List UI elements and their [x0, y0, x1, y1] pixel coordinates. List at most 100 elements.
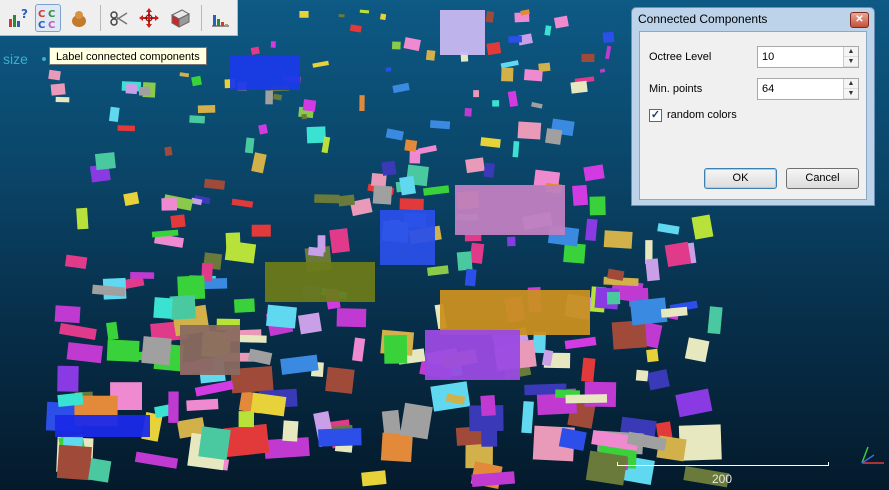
segment-blob: [138, 86, 151, 96]
segment-blob: [270, 41, 276, 48]
segment-blob: [507, 236, 516, 247]
segment-blob: [381, 160, 397, 176]
connected-components-button[interactable]: C C C C: [34, 3, 62, 32]
segment-blob: [125, 83, 138, 95]
segment-blob: [134, 451, 179, 469]
segment-blob: [56, 444, 92, 481]
segment-blob: [244, 137, 255, 154]
segment-blob: [664, 241, 692, 268]
tooltip: Label connected components: [49, 47, 207, 65]
close-icon[interactable]: ✕: [850, 12, 869, 28]
segment-blob: [251, 224, 271, 237]
segment-blob: [480, 395, 496, 417]
segment-blob: [301, 114, 307, 120]
segment-blob: [500, 60, 519, 69]
segment-blob: [507, 90, 519, 108]
segment-blob: [337, 194, 356, 207]
cross-section-button[interactable]: [167, 4, 194, 32]
cancel-button[interactable]: Cancel: [786, 168, 859, 189]
segment-blob: [231, 198, 254, 208]
segment-blob: [544, 25, 552, 36]
spin-down-icon[interactable]: ▼: [844, 89, 858, 99]
octree-level-spinbox[interactable]: 10 ▲ ▼: [757, 46, 859, 68]
segment-blob: [306, 126, 326, 144]
segment-blob: [117, 125, 135, 132]
segment-blob: [564, 336, 597, 350]
svg-text:C: C: [38, 20, 45, 30]
segment-blob: [314, 194, 340, 204]
segment-blob: [359, 95, 365, 112]
segment-blob: [203, 178, 226, 190]
segment-blob: [512, 141, 520, 158]
segment-blob: [194, 380, 234, 397]
segment-blob: [317, 235, 326, 253]
svg-text:C: C: [38, 9, 45, 20]
segment-blob: [399, 175, 416, 196]
segment-blob: [380, 432, 413, 463]
segment-blob: [94, 152, 116, 171]
segment-blob: [57, 365, 79, 392]
size-indicator: [42, 57, 46, 61]
segment-blob: [54, 305, 81, 324]
segment-blob: [179, 72, 190, 78]
svg-text:C: C: [48, 20, 55, 30]
segment-blob: [59, 323, 97, 341]
sample-button[interactable]: [65, 4, 92, 32]
segment-blob: [197, 105, 216, 114]
segment-blob: [538, 62, 551, 72]
segment-blob: [238, 334, 267, 343]
segment-blob: [325, 366, 355, 394]
axis-trihedron-icon: [861, 446, 884, 464]
size-label: size: [3, 51, 28, 67]
segment-blob: [168, 391, 179, 423]
connected-components-icon: C C C C: [38, 9, 55, 30]
plane-icon: [170, 8, 191, 28]
translate-rotate-button[interactable]: [136, 4, 163, 32]
segment-blob: [425, 330, 520, 380]
segment-blob: [302, 99, 317, 112]
spin-up-icon[interactable]: ▲: [844, 47, 858, 57]
histogram-button[interactable]: [206, 4, 233, 32]
dialog-body: Octree Level 10 ▲ ▼ Min. points 64 ▲ ▼ ✓…: [639, 31, 867, 200]
segment-blob: [318, 428, 362, 447]
segment-blob: [531, 102, 543, 109]
segment-button[interactable]: [105, 4, 132, 32]
segment-blob: [456, 251, 473, 271]
spin-down-icon[interactable]: ▼: [844, 57, 858, 67]
histogram-help-button[interactable]: ?: [4, 4, 31, 32]
segment-blob: [399, 198, 424, 211]
segment-blob: [602, 31, 615, 43]
min-points-spinbox[interactable]: 64 ▲ ▼: [757, 78, 859, 100]
segment-blob: [425, 49, 436, 61]
segment-blob: [517, 121, 542, 140]
segment-blob: [455, 185, 565, 235]
segment-blob: [238, 411, 255, 428]
segment-blob: [66, 342, 103, 364]
segment-blob: [379, 13, 387, 21]
segment-blob: [123, 191, 140, 206]
segment-blob: [645, 258, 660, 282]
segment-blob: [392, 82, 410, 94]
segment-blob: [153, 297, 173, 319]
segment-blob: [161, 197, 178, 211]
segment-blob: [223, 423, 270, 458]
segment-blob: [55, 96, 70, 103]
segment-blob: [265, 90, 274, 105]
segment-blob: [545, 128, 563, 145]
segment-blob: [599, 68, 606, 73]
segment-blob: [169, 295, 196, 320]
toolbar-separator: [100, 4, 102, 31]
scale-bar-label: 200: [712, 472, 733, 486]
random-colors-label[interactable]: random colors: [667, 109, 737, 121]
segment-blob: [585, 218, 598, 241]
ok-button[interactable]: OK: [704, 168, 777, 189]
random-colors-checkbox[interactable]: ✓: [649, 109, 662, 122]
segment-blob: [657, 223, 680, 235]
segment-blob: [399, 402, 433, 440]
segment-blob: [247, 348, 273, 365]
segment-blob: [250, 46, 260, 55]
segment-blob: [605, 45, 612, 60]
spin-up-icon[interactable]: ▲: [844, 79, 858, 89]
segment-blob: [565, 394, 608, 404]
segment-blob: [352, 337, 366, 362]
